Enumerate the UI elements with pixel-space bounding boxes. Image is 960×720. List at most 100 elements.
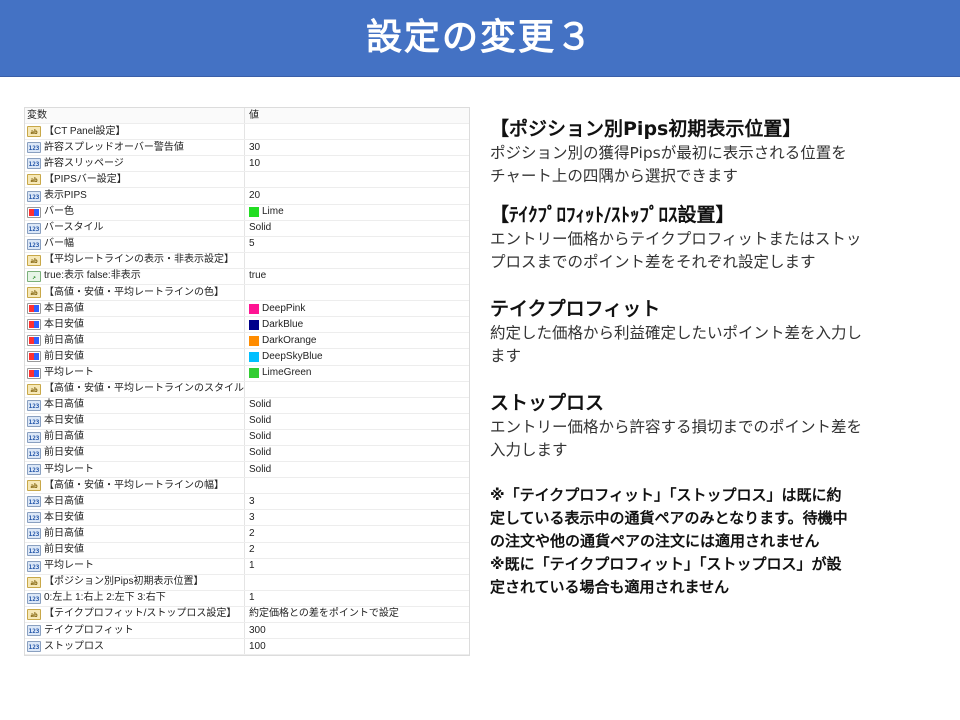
table-row[interactable]: 123 許容スリッページ 10 xyxy=(25,156,469,173)
integer-type-icon: 123 xyxy=(27,512,41,524)
parameter-value-cell[interactable]: 3 xyxy=(245,510,469,525)
parameter-name-cell: 123 前日高値 xyxy=(25,429,245,445)
integer-type-icon: 123 xyxy=(27,625,41,637)
parameter-name-cell: ab 【平均レートラインの表示・非表示設定】 xyxy=(25,252,245,268)
parameter-name: 本日安値 xyxy=(44,318,84,330)
table-row[interactable]: 123 平均レート 1 xyxy=(25,558,469,575)
section-tp-sl-setting: 【ﾃｲｸﾌﾟﾛﾌｨｯﾄ/ｽﾄｯﾌﾟﾛｽ設置】 エントリー価格からテイクプロフィッ… xyxy=(490,202,942,274)
parameter-value-cell[interactable] xyxy=(245,382,469,397)
parameter-value-cell[interactable]: LimeGreen xyxy=(245,366,469,381)
section-initial-position: 【ポジション別Pips初期表示位置】 ポジション別の獲得Pipsが最初に表示され… xyxy=(490,116,942,188)
table-row[interactable]: 123 許容スプレッドオーバー警告値 30 xyxy=(25,140,469,157)
table-row[interactable]: 123 本日高値 Solid xyxy=(25,397,469,414)
parameter-value-cell[interactable] xyxy=(245,478,469,493)
parameter-name: 許容スリッページ xyxy=(44,157,124,169)
table-row[interactable]: ab 【高値・安値・平均レートラインの幅】 xyxy=(25,478,469,495)
parameter-value-cell[interactable]: Solid xyxy=(245,430,469,445)
table-row[interactable]: ab 【CT Panel設定】 xyxy=(25,124,469,141)
parameter-value-cell[interactable] xyxy=(245,253,469,268)
parameter-value-cell[interactable]: 2 xyxy=(245,543,469,558)
parameter-value-cell[interactable]: 3 xyxy=(245,494,469,509)
parameter-name: バー色 xyxy=(44,206,74,218)
table-row[interactable]: 123 前日安値 Solid xyxy=(25,445,469,463)
table-row[interactable]: ab 【高値・安値・平均レートラインのスタイル】 xyxy=(25,381,469,398)
string-type-icon: ab xyxy=(27,126,41,138)
parameter-value-cell[interactable]: 300 xyxy=(245,623,469,638)
parameter-value-cell[interactable]: 30 xyxy=(245,140,469,155)
table-row[interactable]: 123 前日高値 Solid xyxy=(25,429,469,446)
table-row[interactable]: 123 0:左上 1:右上 2:左下 3:右下 1 xyxy=(25,590,469,607)
table-body: ab 【CT Panel設定】 123 許容スプレッドオーバー警告値 30 123 許容スリ… xyxy=(25,124,469,656)
parameter-value-cell[interactable]: 2 xyxy=(245,526,469,541)
table-row[interactable]: 123 テイクプロフィット 300 xyxy=(25,623,469,640)
parameter-value-cell[interactable] xyxy=(245,124,469,139)
table-row[interactable]: 123 本日高値 3 xyxy=(25,494,469,511)
parameter-value-cell[interactable] xyxy=(245,172,469,187)
parameter-name: 本日高値 xyxy=(44,399,84,411)
table-row[interactable]: ab 【高値・安値・平均レートラインの色】 xyxy=(25,285,469,302)
table-row[interactable]: 123 前日高値 2 xyxy=(25,526,469,543)
table-row[interactable]: 前日高値 DarkOrange xyxy=(25,333,469,350)
parameter-value: DeepSkyBlue xyxy=(262,350,323,362)
table-row[interactable]: 123 平均レート Solid xyxy=(25,462,469,479)
parameter-name: 【CT Panel設定】 xyxy=(44,125,126,137)
parameter-value-cell[interactable]: DarkBlue xyxy=(245,317,469,332)
table-row[interactable]: 123 バー幅 5 xyxy=(25,236,469,253)
table-row[interactable]: 平均レート LimeGreen xyxy=(25,365,469,382)
parameter-value-cell[interactable]: 1 xyxy=(245,591,469,606)
parameter-value-cell[interactable]: 約定価格との差をポイントで設定 xyxy=(245,607,469,622)
table-row[interactable]: ↗ true:表示 false:非表示 true xyxy=(25,268,469,286)
table-row[interactable]: 本日高値 DeepPink xyxy=(25,301,469,318)
table-row[interactable]: 123 前日安値 2 xyxy=(25,542,469,559)
column-header-name: 変数 xyxy=(25,108,245,124)
parameter-value-cell[interactable]: DeepPink xyxy=(245,301,469,316)
table-row[interactable]: ab 【平均レートラインの表示・非表示設定】 xyxy=(25,252,469,269)
table-row[interactable]: ab 【ポジション別Pips初期表示位置】 xyxy=(25,574,469,591)
parameter-value-cell[interactable]: 5 xyxy=(245,237,469,252)
table-row[interactable]: ab 【PIPSバー設定】 xyxy=(25,172,469,189)
parameter-name-cell: 123 バースタイル xyxy=(25,220,245,236)
integer-type-icon: 123 xyxy=(27,641,41,653)
parameter-value-cell[interactable]: Solid xyxy=(245,221,469,236)
parameter-value-cell[interactable]: DeepSkyBlue xyxy=(245,349,469,364)
table-row[interactable]: 前日安値 DeepSkyBlue xyxy=(25,349,469,366)
parameter-name-cell: 123 前日安値 xyxy=(25,542,245,558)
parameter-value-cell[interactable]: DarkOrange xyxy=(245,333,469,348)
parameter-value-cell[interactable]: Solid xyxy=(245,414,469,429)
table-row[interactable]: 123 表示PIPS 20 xyxy=(25,188,469,205)
parameter-value-cell[interactable]: Solid xyxy=(245,462,469,477)
parameter-value-cell[interactable]: Solid xyxy=(245,446,469,461)
parameter-value-cell[interactable]: Lime xyxy=(245,205,469,220)
integer-type-icon: 123 xyxy=(27,190,41,202)
table-row[interactable]: バー色 Lime xyxy=(25,204,469,221)
parameter-name: 前日安値 xyxy=(44,544,84,556)
parameter-name: 【ポジション別Pips初期表示位置】 xyxy=(44,576,204,588)
parameter-name: 【高値・安値・平均レートラインの幅】 xyxy=(44,479,224,491)
parameter-value-cell[interactable]: Solid xyxy=(245,398,469,413)
parameter-value-cell[interactable] xyxy=(245,285,469,300)
table-row[interactable]: ab 【テイクプロフィット/ストップロス設定】 約定価格との差をポイントで設定 xyxy=(25,606,469,623)
integer-type-icon: 123 xyxy=(27,528,41,540)
parameters-table: 変数 値 ab 【CT Panel設定】 123 許容スプレッドオーバー警告値 30 12… xyxy=(24,107,470,657)
parameter-value-cell[interactable]: 100 xyxy=(245,639,469,654)
parameter-value-cell[interactable]: 1 xyxy=(245,559,469,574)
table-row[interactable]: 123 バースタイル Solid xyxy=(25,220,469,237)
parameter-value: 100 xyxy=(249,640,266,652)
table-row[interactable]: 123 本日安値 3 xyxy=(25,510,469,527)
table-row[interactable]: 123 ストップロス 100 xyxy=(25,639,469,656)
parameter-value-cell[interactable]: 10 xyxy=(245,156,469,171)
parameter-value-cell[interactable]: true xyxy=(245,269,469,284)
parameter-value-cell[interactable]: 20 xyxy=(245,188,469,203)
table-row[interactable]: 本日安値 DarkBlue xyxy=(25,317,469,334)
parameter-name-cell: バー色 xyxy=(25,204,245,220)
table-row[interactable]: 123 本日安値 Solid xyxy=(25,413,469,430)
string-type-icon: ab xyxy=(27,480,41,492)
section-heading: ストップロス xyxy=(490,392,605,414)
parameter-value: Solid xyxy=(249,447,272,459)
color-type-icon xyxy=(27,319,41,331)
parameter-value: 30 xyxy=(249,141,261,153)
parameter-value: Lime xyxy=(262,206,284,218)
string-type-icon: ab xyxy=(27,608,41,620)
parameter-value-cell[interactable] xyxy=(245,575,469,590)
parameter-name: 【平均レートラインの表示・非表示設定】 xyxy=(44,254,234,266)
